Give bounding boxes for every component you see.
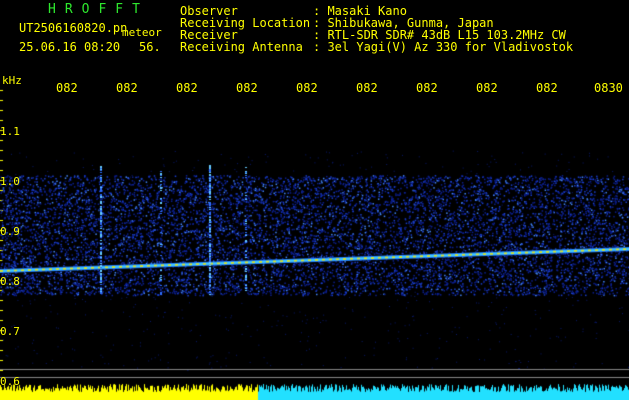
y-tick-label: 0.9: [0, 225, 20, 238]
spectrogram-window: HROFFT UT2506160820.pn meteor 25.06.16 0…: [0, 0, 629, 400]
x-tick-label: 082: [296, 81, 318, 95]
x-tick-label: 082: [356, 81, 378, 95]
x-tick-label: 082: [176, 81, 198, 95]
file-name: UT2506160820.pn: [19, 21, 128, 35]
y-tick-label: 1.0: [0, 175, 20, 188]
x-tick-label: 082: [416, 81, 438, 95]
x-tick-label: 082: [476, 81, 498, 95]
x-tick-label: 082: [116, 81, 138, 95]
antenna-label: Receiving Antenna: [180, 40, 303, 54]
antenna-value: : 3el Yagi(V) Az 330 for Vladivostok: [313, 40, 574, 54]
x-tick-label: 082: [56, 81, 78, 95]
meteor-count: 56.: [139, 40, 161, 54]
date-time: 25.06.16 08:20: [19, 40, 121, 54]
x-tick-label: 082: [236, 81, 258, 95]
y-tick-label: 0.6: [0, 375, 20, 388]
x-tick-label: 082: [536, 81, 558, 95]
program-title: HROFFT: [48, 2, 149, 17]
spectrogram-plot: [0, 0, 629, 400]
meteor-tag: meteor: [122, 26, 162, 39]
y-tick-label: 0.7: [0, 325, 20, 338]
y-tick-label: 0.8: [0, 275, 20, 288]
x-tick-label: 0830: [594, 81, 623, 95]
y-tick-label: 1.1: [0, 125, 20, 138]
y-axis-unit: kHz: [2, 74, 22, 87]
